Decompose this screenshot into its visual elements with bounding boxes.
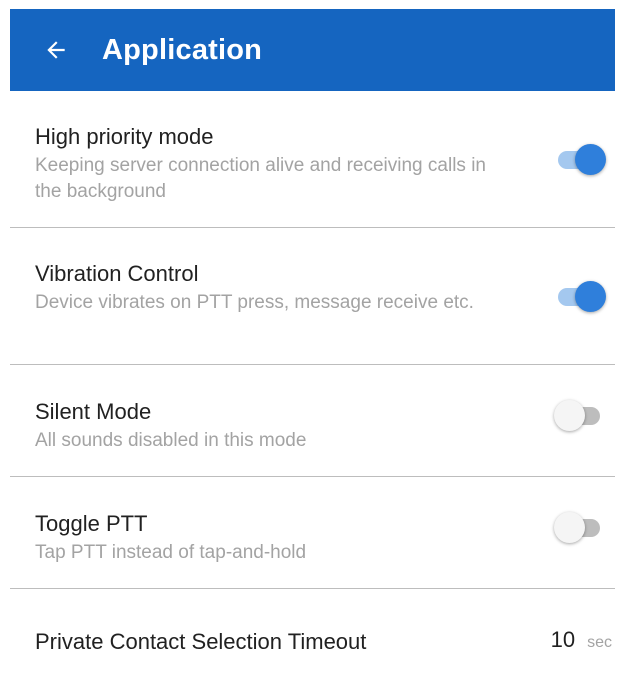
back-button[interactable] (30, 24, 82, 76)
setting-label: Toggle PTT (35, 511, 148, 536)
setting-row-vibration-control[interactable]: Vibration Control Device vibrates on PTT… (10, 228, 615, 365)
setting-label: High priority mode (35, 124, 214, 149)
setting-row-high-priority-mode[interactable]: High priority mode Keeping server connec… (10, 91, 615, 228)
vibration-control-switch[interactable] (554, 276, 606, 316)
timeout-unit: sec (587, 634, 612, 651)
setting-row-toggle-ptt[interactable]: Toggle PTT Tap PTT instead of tap-and-ho… (10, 477, 615, 589)
setting-text: Silent Mode All sounds disabled in this … (35, 397, 490, 454)
setting-text: Private Contact Selection Timeout (35, 627, 490, 657)
setting-description: Device vibrates on PTT press, message re… (35, 292, 474, 313)
toggle-ptt-switch[interactable] (554, 507, 606, 547)
setting-description: Keeping server connection alive and rece… (35, 155, 486, 202)
switch-knob (554, 400, 585, 431)
silent-mode-switch[interactable] (554, 395, 606, 435)
arrow-left-icon (47, 41, 65, 59)
setting-label: Private Contact Selection Timeout (35, 629, 367, 654)
setting-text: High priority mode Keeping server connec… (35, 122, 490, 205)
timeout-number: 10 (550, 627, 576, 652)
switch-knob (575, 281, 606, 312)
high-priority-mode-switch[interactable] (554, 139, 606, 179)
timeout-value[interactable]: 10 sec (551, 627, 612, 653)
settings-list: High priority mode Keeping server connec… (10, 91, 615, 679)
setting-description: All sounds disabled in this mode (35, 430, 307, 451)
setting-text: Vibration Control Device vibrates on PTT… (35, 259, 490, 316)
setting-label: Vibration Control (35, 261, 199, 286)
switch-knob (554, 512, 585, 543)
setting-label: Silent Mode (35, 399, 152, 424)
setting-description: Tap PTT instead of tap-and-hold (35, 542, 307, 563)
setting-text: Toggle PTT Tap PTT instead of tap-and-ho… (35, 509, 490, 566)
setting-row-silent-mode[interactable]: Silent Mode All sounds disabled in this … (10, 365, 615, 477)
switch-knob (575, 144, 606, 175)
setting-row-private-contact-timeout[interactable]: Private Contact Selection Timeout 10 sec (10, 589, 615, 679)
page-title: Application (102, 33, 263, 66)
app-bar: Application (10, 9, 615, 91)
